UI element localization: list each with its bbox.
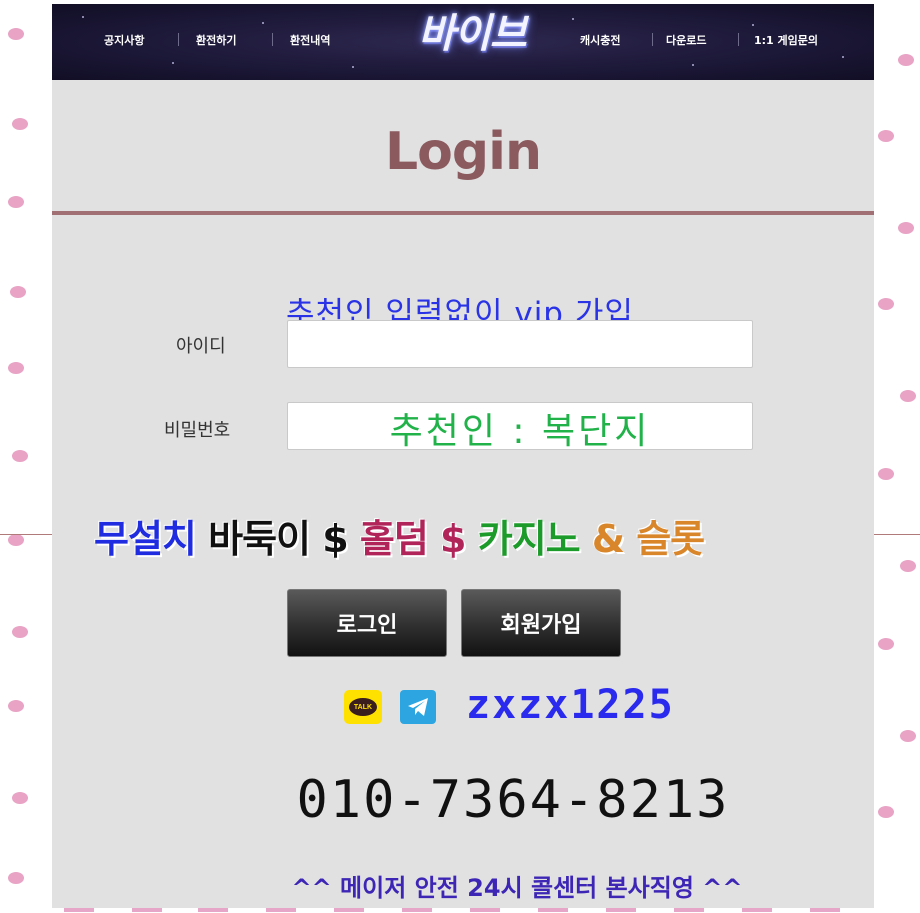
id-label: 아이디 <box>176 336 226 357</box>
kakaotalk-icon-text: TALK <box>349 698 377 716</box>
nav-download[interactable]: 다운로드 <box>666 32 706 48</box>
phone-number: 010-7364-8213 <box>296 770 730 830</box>
login-page: 공지사항 환전하기 환전내역 바이브 캐시충전 다운로드 1:1 게임문의 Lo… <box>52 4 874 908</box>
password-label: 비밀번호 <box>164 420 231 441</box>
promo-part: 홀덤 <box>359 517 429 561</box>
promo-part: 카지노 <box>477 517 581 561</box>
nav-game-inquiry[interactable]: 1:1 게임문의 <box>754 32 818 48</box>
password-input[interactable] <box>287 402 753 450</box>
footer-slogan: ^^ 메이저 안전 24시 콜센터 본사직영 ^^ <box>291 874 743 902</box>
telegram-icon[interactable] <box>400 690 436 724</box>
messenger-id: zxzx1225 <box>466 682 675 728</box>
title-divider <box>52 211 874 215</box>
promo-part: & 슬롯 <box>579 517 705 561</box>
signup-button[interactable]: 회원가입 <box>461 589 621 657</box>
login-button[interactable]: 로그인 <box>287 589 447 657</box>
promo-part: 바둑이 $ <box>195 517 360 561</box>
nav-notice[interactable]: 공지사항 <box>104 32 144 48</box>
telegram-plane-glyph <box>408 698 428 716</box>
nav-exchange[interactable]: 환전하기 <box>196 32 236 48</box>
page-title: Login <box>385 122 542 182</box>
nav-separator <box>272 33 273 46</box>
game-promo-line: 무설치 바둑이 $ 홀덤 $ 카지노 & 슬롯 <box>94 508 705 563</box>
nav-exchange-history[interactable]: 환전내역 <box>290 32 330 48</box>
nav-separator <box>652 33 653 46</box>
id-input[interactable] <box>287 320 753 368</box>
promo-part: 무설치 <box>94 517 197 561</box>
nav-separator <box>178 33 179 46</box>
top-navigation-bar: 공지사항 환전하기 환전내역 바이브 캐시충전 다운로드 1:1 게임문의 <box>52 4 874 80</box>
nav-separator <box>738 33 739 46</box>
kakaotalk-icon[interactable]: TALK <box>344 690 382 724</box>
site-logo[interactable]: 바이브 <box>397 10 547 58</box>
nav-cash-charge[interactable]: 캐시충전 <box>580 32 620 48</box>
promo-part: $ <box>427 517 478 561</box>
